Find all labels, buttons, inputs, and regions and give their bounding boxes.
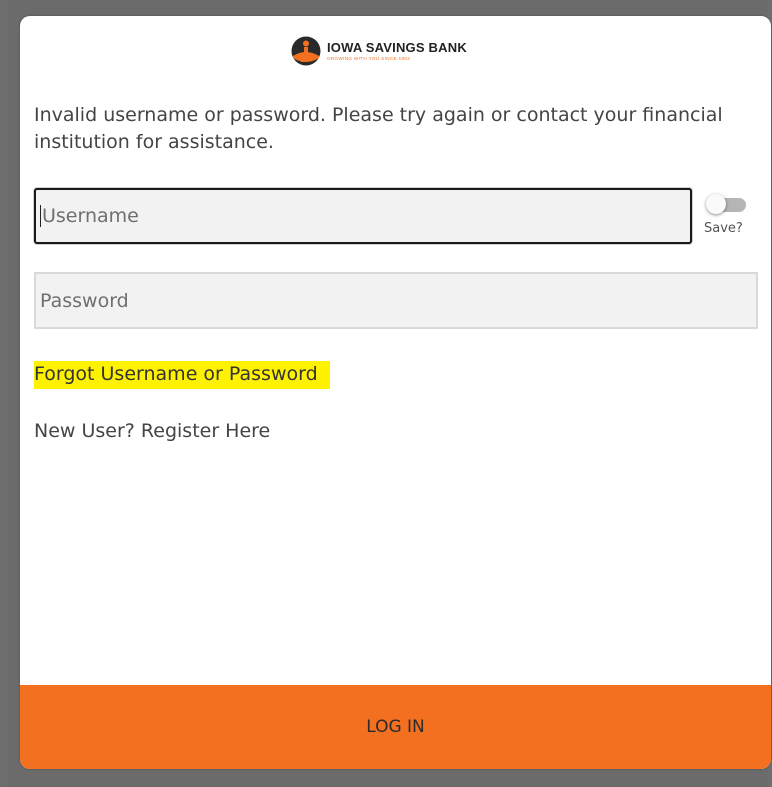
window-bezel-left [0, 0, 8, 787]
login-button[interactable]: LOG IN [20, 685, 771, 769]
forgot-credentials-link[interactable]: Forgot Username or Password [34, 361, 330, 389]
username-placeholder: Username [42, 205, 139, 227]
bank-logo: IOWA SAVINGS BANK GROWING WITH YOU SINCE… [291, 36, 467, 66]
text-cursor [40, 205, 41, 227]
password-placeholder: Password [40, 289, 129, 312]
password-input[interactable]: Password [34, 272, 758, 329]
iowa-savings-bank-logo-icon [291, 36, 321, 66]
save-username-toggle[interactable] [706, 194, 750, 214]
username-input[interactable]: Username [34, 188, 692, 244]
login-card: IOWA SAVINGS BANK GROWING WITH YOU SINCE… [20, 16, 771, 769]
login-error-message: Invalid username or password. Please try… [34, 104, 723, 153]
register-link[interactable]: New User? Register Here [34, 420, 270, 442]
logo-wordmark: IOWA SAVINGS BANK GROWING WITH YOU SINCE… [327, 41, 467, 62]
save-toggle-label: Save? [704, 221, 743, 236]
bank-name: IOWA SAVINGS BANK [327, 39, 467, 55]
toggle-knob [706, 194, 726, 214]
bank-tagline: GROWING WITH YOU SINCE 1902 [327, 55, 411, 61]
